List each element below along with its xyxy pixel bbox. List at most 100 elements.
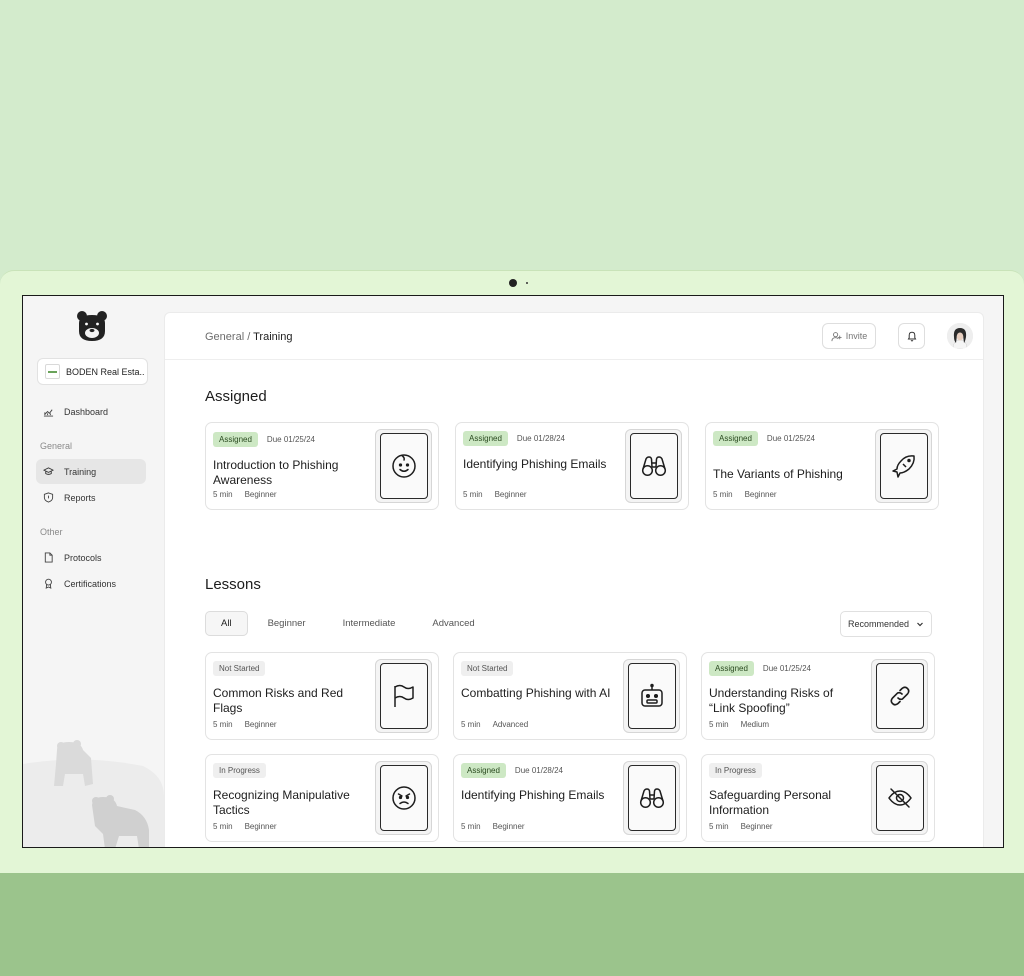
sidebar-item-label: Dashboard xyxy=(64,406,109,417)
due-date: Due 01/25/24 xyxy=(766,434,815,443)
level: Beginner xyxy=(744,490,777,499)
lesson-card[interactable]: Not Started Common Risks and Red Flags 5… xyxy=(205,652,439,740)
duration: 5 min xyxy=(709,720,729,729)
level: Advanced xyxy=(492,720,529,729)
sidebar-item-label: Reports xyxy=(64,492,96,503)
filter-tab-advanced[interactable]: Advanced xyxy=(415,611,491,636)
level: Beginner xyxy=(492,822,525,831)
card-thumbnail xyxy=(623,659,680,733)
add-user-icon xyxy=(831,331,842,341)
card-title: Combatting Phishing with AI xyxy=(461,686,611,700)
status-badge: In Progress xyxy=(709,763,762,778)
breadcrumb-current: Training xyxy=(253,331,293,343)
assigned-card[interactable]: Assigned Due 01/28/24 Identifying Phishi… xyxy=(455,422,689,510)
card-meta: 5 min Beginner xyxy=(213,822,277,831)
card-meta: 5 min Beginner xyxy=(713,490,777,499)
sidebar-item-dashboard[interactable]: Dashboard xyxy=(36,399,146,424)
level: Beginner xyxy=(740,822,773,831)
badge-icon xyxy=(45,578,52,589)
lesson-card[interactable]: In Progress Safeguarding Personal Inform… xyxy=(701,754,935,842)
breadcrumb-parent[interactable]: General xyxy=(205,331,244,343)
org-name: BODEN Real Esta... xyxy=(66,366,144,377)
status-badge: Assigned xyxy=(713,431,758,446)
lessons-section-title: Lessons xyxy=(205,576,261,593)
sidebar-item-certifications[interactable]: Certifications xyxy=(36,571,146,596)
card-title: Common Risks and Red Flags xyxy=(213,686,344,715)
camera-icon xyxy=(509,279,517,287)
card-title: Introduction to Phishing Awareness xyxy=(213,458,339,487)
level: Beginner xyxy=(244,720,277,729)
sort-dropdown[interactable]: Recommended xyxy=(840,611,932,637)
sidebar: BODEN Real Esta... Dashboard General Tra… xyxy=(23,296,164,847)
duration: 5 min xyxy=(461,822,481,831)
filter-tab-intermediate[interactable]: Intermediate xyxy=(326,611,413,636)
duration: 5 min xyxy=(461,720,481,729)
card-meta: 5 min Beginner xyxy=(213,720,277,729)
level: Beginner xyxy=(244,490,277,499)
level: Beginner xyxy=(494,490,527,499)
card-badges: Assigned Due 01/25/24 xyxy=(713,431,815,446)
lesson-card[interactable]: In Progress Recognizing Manipulative Tac… xyxy=(205,754,439,842)
angry-face-icon xyxy=(391,786,416,810)
duration: 5 min xyxy=(213,822,233,831)
robot-icon xyxy=(640,683,663,707)
card-meta: 5 min Beginner xyxy=(461,822,525,831)
chevron-down-icon xyxy=(917,622,923,627)
status-badge: Assigned xyxy=(709,661,754,676)
sidebar-item-label: Training xyxy=(64,466,97,477)
due-date: Due 01/25/24 xyxy=(762,664,811,673)
card-meta: 5 min Medium xyxy=(709,720,769,729)
card-thumbnail xyxy=(375,761,432,835)
card-thumbnail xyxy=(625,429,682,503)
document-icon xyxy=(44,552,53,563)
bear-logo-icon[interactable] xyxy=(75,309,109,343)
status-badge: In Progress xyxy=(213,763,266,778)
bears-illustration xyxy=(23,740,164,847)
binoculars-icon xyxy=(641,456,666,477)
notifications-button[interactable] xyxy=(898,323,925,349)
invite-button[interactable]: Invite xyxy=(822,323,876,349)
card-thumbnail xyxy=(375,659,432,733)
assigned-card[interactable]: Assigned Due 01/25/24 The Variants of Ph… xyxy=(705,422,939,510)
top-bar: General / Training Invite xyxy=(165,313,983,360)
duration: 5 min xyxy=(213,490,233,499)
card-thumbnail xyxy=(623,761,680,835)
nav-group-general: General xyxy=(40,441,73,451)
org-switcher[interactable]: BODEN Real Esta... xyxy=(37,358,148,385)
graduation-cap-icon xyxy=(43,467,54,475)
level-filter-tabs: All Beginner Intermediate Advanced xyxy=(205,611,495,636)
card-badges: In Progress xyxy=(213,763,266,778)
status-badge: Assigned xyxy=(461,763,506,778)
chart-icon xyxy=(43,409,54,417)
card-thumbnail xyxy=(375,429,432,503)
lesson-card[interactable]: Not Started Combatting Phishing with AI … xyxy=(453,652,687,740)
sidebar-item-protocols[interactable]: Protocols xyxy=(36,545,146,570)
card-title: Recognizing Manipulative Tactics xyxy=(213,788,350,817)
avatar[interactable] xyxy=(947,323,973,349)
baby-face-icon xyxy=(391,454,416,478)
sidebar-item-training[interactable]: Training xyxy=(36,459,146,484)
card-meta: 5 min Beginner xyxy=(709,822,773,831)
shield-icon xyxy=(43,492,54,503)
due-date: Due 01/25/24 xyxy=(266,435,315,444)
card-title: Identifying Phishing Emails xyxy=(461,788,605,802)
card-badges: Assigned Due 01/28/24 xyxy=(463,431,565,446)
lesson-card[interactable]: Assigned Due 01/28/24 Identifying Phishi… xyxy=(453,754,687,842)
card-thumbnail xyxy=(875,429,932,503)
lesson-card[interactable]: Assigned Due 01/25/24 Understanding Risk… xyxy=(701,652,935,740)
breadcrumb-separator: / xyxy=(247,331,251,343)
assigned-card[interactable]: Assigned Due 01/25/24 Introduction to Ph… xyxy=(205,422,439,510)
card-title: Understanding Risks of “Link Spoofing” xyxy=(709,686,834,715)
sidebar-item-reports[interactable]: Reports xyxy=(36,485,146,510)
sort-label: Recommended xyxy=(847,619,910,629)
duration: 5 min xyxy=(213,720,233,729)
link-icon xyxy=(889,686,910,706)
invite-label: Invite xyxy=(845,331,868,341)
level: Beginner xyxy=(244,822,277,831)
card-title: Identifying Phishing Emails xyxy=(463,457,607,471)
level: Medium xyxy=(740,720,770,729)
flag-icon xyxy=(393,684,414,707)
filter-tab-all[interactable]: All xyxy=(205,611,248,636)
duration: 5 min xyxy=(709,822,729,831)
filter-tab-beginner[interactable]: Beginner xyxy=(251,611,323,636)
